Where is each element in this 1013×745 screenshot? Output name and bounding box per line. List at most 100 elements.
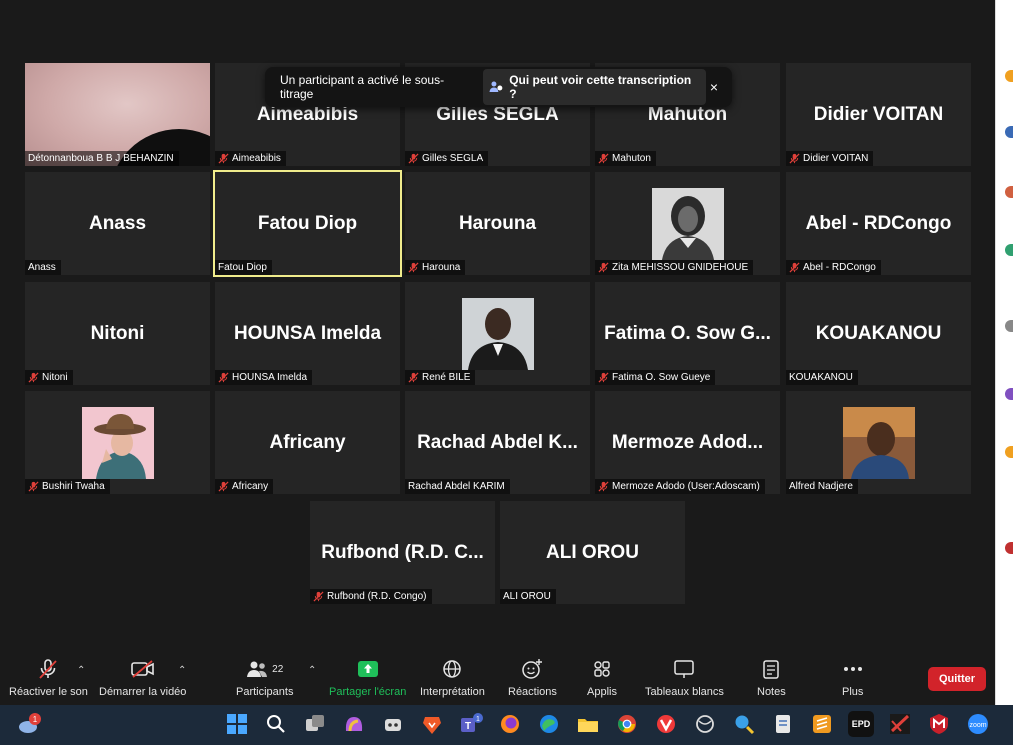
participant-tile[interactable]: René BILE <box>405 282 590 385</box>
robot-icon <box>385 719 401 731</box>
participant-tile[interactable]: Africany Africany <box>215 391 400 494</box>
participant-label: Gilles SEGLA <box>405 151 489 166</box>
notes-icon <box>763 660 780 679</box>
start-video-button[interactable]: Démarrer la vidéo <box>99 657 186 698</box>
search-taskbar-button[interactable] <box>263 711 289 737</box>
selfie-photo <box>842 406 915 479</box>
unmute-button[interactable]: Réactiver le son <box>9 657 88 698</box>
epd-app-button[interactable]: EPD <box>848 711 874 737</box>
app-dot-icon <box>1005 320 1013 332</box>
participant-tile[interactable]: Anass Anass <box>25 172 210 275</box>
vivaldi-button[interactable] <box>653 711 679 737</box>
leave-meeting-button[interactable]: Quitter <box>928 667 986 691</box>
mic-muted-icon <box>28 481 39 492</box>
people-icon <box>489 81 503 92</box>
vivaldi-icon <box>657 715 675 733</box>
magnifier-app-button[interactable] <box>731 711 757 737</box>
participant-tile[interactable]: Alfred Nadjere <box>786 391 971 494</box>
file-explorer-button[interactable] <box>575 711 601 737</box>
participant-label: Anass <box>25 260 61 275</box>
whiteboards-label: Tableaux blancs <box>645 686 724 698</box>
participant-tile[interactable]: ALI OROU ALI OROU <box>500 501 685 604</box>
participant-label-text: Mahuton <box>612 153 651 164</box>
participant-label: Bushiri Twaha <box>25 479 110 494</box>
weather-cloud-icon: 1 <box>19 713 41 733</box>
whiteboards-button[interactable]: Tableaux blancs <box>645 657 724 698</box>
globe-icon <box>443 660 462 678</box>
participant-label-text: Africany <box>232 481 269 492</box>
participant-label: Abel - RDCongo <box>786 260 881 275</box>
brave-browser-button[interactable] <box>419 711 445 737</box>
app-dot-icon <box>1005 446 1013 458</box>
firefox-button[interactable] <box>497 711 523 737</box>
participant-tile[interactable]: Nitoni Nitoni <box>25 282 210 385</box>
more-button[interactable]: Plus <box>842 657 863 698</box>
copilot-button[interactable] <box>341 711 367 737</box>
participant-label-text: Détonnanboua B B J BEHANZIN <box>28 153 174 164</box>
participant-tile[interactable]: Fatima O. Sow G... Fatima O. Sow Gueye <box>595 282 780 385</box>
participant-label-text: Mermoze Adodo (User:Adoscam) <box>612 481 760 492</box>
share-screen-button[interactable]: Partager l'écran <box>329 657 406 698</box>
weather-widget[interactable]: 1 <box>16 711 42 737</box>
start-video-label: Démarrer la vidéo <box>99 686 187 698</box>
participant-tile[interactable]: Détonnanboua B B J BEHANZIN <box>25 63 210 166</box>
close-banner-button[interactable]: × <box>706 77 722 97</box>
task-view-button[interactable] <box>302 711 328 737</box>
zoom-label: zoom <box>969 722 986 729</box>
edge-icon <box>540 715 558 733</box>
chat-app-button[interactable] <box>380 711 406 737</box>
notepad-button[interactable] <box>770 711 796 737</box>
sublime-button[interactable] <box>809 711 835 737</box>
teams-icon: T1 <box>461 713 483 732</box>
participant-tile[interactable]: Bushiri Twaha <box>25 391 210 494</box>
mic-muted-icon <box>408 153 419 164</box>
participant-tile[interactable]: HOUNSA Imelda HOUNSA Imelda <box>215 282 400 385</box>
participants-count: 22 <box>272 663 284 675</box>
mcafee-shield-icon <box>930 714 948 734</box>
mic-muted-icon <box>598 262 609 273</box>
participant-tile[interactable]: Harouna Harouna <box>405 172 590 275</box>
participant-name: Rufbond (R.D. C... <box>321 541 484 563</box>
who-can-see-transcript-button[interactable]: Qui peut voir cette transcription ? <box>483 69 706 105</box>
mic-muted-icon <box>39 659 58 679</box>
app-button[interactable] <box>692 711 718 737</box>
participant-label: Rufbond (R.D. Congo) <box>310 589 432 604</box>
participant-label-text: HOUNSA Imelda <box>232 372 308 383</box>
participant-label-text: Rachad Abdel KARIM <box>408 481 505 492</box>
game-app-button[interactable] <box>887 711 913 737</box>
participant-name: Didier VOITAN <box>813 103 944 125</box>
epd-label: EPD <box>851 719 871 729</box>
interpretation-button[interactable]: Interprétation <box>420 657 485 698</box>
teams-button[interactable]: T1 <box>458 711 484 737</box>
participant-tile[interactable]: Abel - RDCongo Abel - RDCongo <box>786 172 971 275</box>
profile-photo <box>81 406 154 479</box>
participant-tile[interactable]: Rufbond (R.D. C... Rufbond (R.D. Congo) <box>310 501 495 604</box>
participant-tile[interactable]: Zita MEHISSOU GNIDEHOUE <box>595 172 780 275</box>
apps-button[interactable]: Applis <box>587 657 617 698</box>
notepad-icon <box>776 715 790 733</box>
notes-button[interactable]: Notes <box>757 657 786 698</box>
start-button[interactable] <box>224 711 250 737</box>
app-dot-icon <box>1005 70 1013 82</box>
participant-name: ALI OROU <box>546 541 639 563</box>
audio-options-chevron-up-icon[interactable]: ⌃ <box>77 665 85 676</box>
reactions-button[interactable]: Réactions <box>508 657 557 698</box>
mic-muted-icon <box>598 481 609 492</box>
participant-tile[interactable]: Didier VOITAN Didier VOITAN <box>786 63 971 166</box>
chrome-button[interactable] <box>614 711 640 737</box>
participant-label: ALI OROU <box>500 589 556 604</box>
meeting-toolbar: Réactiver le son ⌃ Démarrer la vidéo ⌃ 2… <box>0 655 995 705</box>
participant-label-text: Gilles SEGLA <box>422 153 484 164</box>
participant-tile-active-speaker[interactable]: Fatou Diop Fatou Diop <box>213 170 402 277</box>
side-window-strip <box>995 0 1013 705</box>
edge-button[interactable] <box>536 711 562 737</box>
zoom-taskbar-button[interactable]: zoom <box>965 711 991 737</box>
mcafee-button[interactable] <box>926 711 952 737</box>
participant-tile[interactable]: KOUAKANOU KOUAKANOU <box>786 282 971 385</box>
video-options-chevron-up-icon[interactable]: ⌃ <box>178 665 186 676</box>
participants-options-chevron-up-icon[interactable]: ⌃ <box>308 665 316 676</box>
chrome-icon <box>618 715 636 733</box>
participant-tile[interactable]: Mermoze Adod... Mermoze Adodo (User:Ados… <box>595 391 780 494</box>
participant-tile[interactable]: Rachad Abdel K... Rachad Abdel KARIM <box>405 391 590 494</box>
participants-button[interactable]: 22 Participants <box>236 657 293 698</box>
